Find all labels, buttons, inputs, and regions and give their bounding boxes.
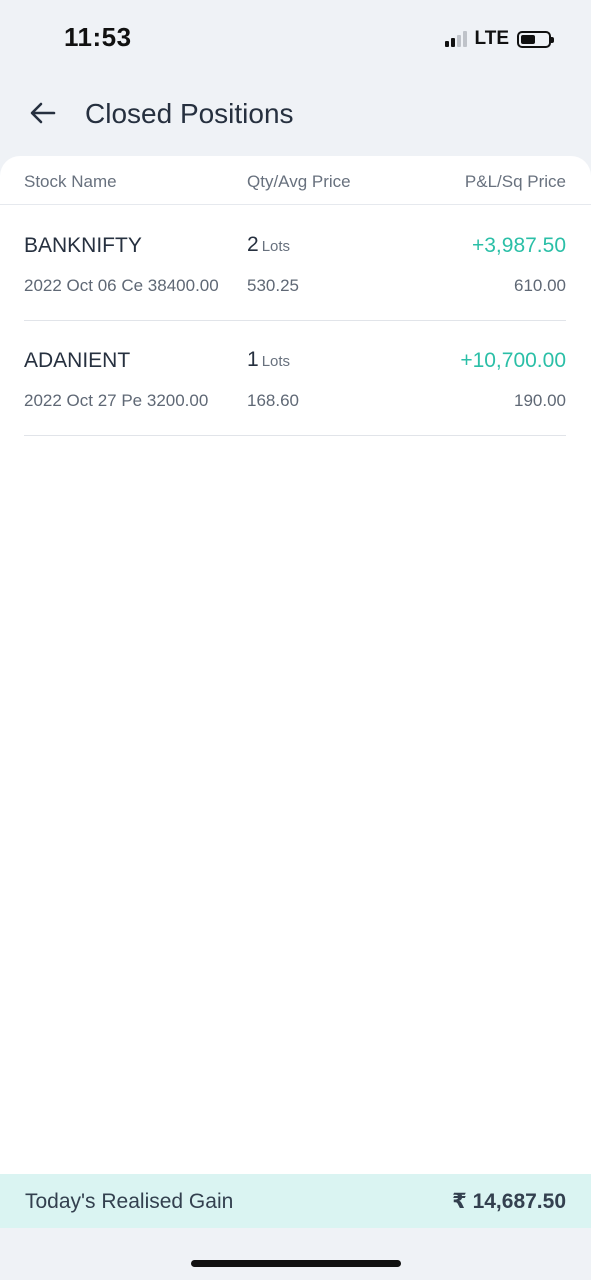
page-title: Closed Positions (85, 98, 294, 129)
signal-strength-icon (444, 31, 467, 47)
realised-gain-label: Today's Realised Gain (25, 1190, 234, 1213)
battery-icon (517, 30, 554, 48)
lots-label: Lots (261, 353, 291, 370)
avg-price: 530.25 (247, 276, 299, 295)
qty-value: 1 (247, 348, 259, 371)
status-icons: LTE (444, 28, 554, 50)
column-pnl-sq-price: P&L/Sq Price (464, 172, 566, 191)
home-indicator[interactable] (191, 1260, 401, 1267)
position-row[interactable]: ADANIENT 2022 Oct 27 Pe 3200.00 1 Lots 16… (24, 320, 566, 436)
sq-price: 190.00 (514, 391, 566, 410)
lot-quantity: 2 Lots (247, 233, 290, 257)
table-header: Stock Name Qty/Avg Price P&L/Sq Price (0, 156, 591, 205)
network-type: LTE (474, 28, 509, 49)
arrow-left-icon (30, 102, 56, 124)
back-button[interactable] (28, 98, 58, 128)
status-time: 11:53 (64, 22, 132, 52)
stock-name: ADANIENT (24, 349, 131, 372)
column-stock-name: Stock Name (24, 172, 117, 191)
position-row[interactable]: BANKNIFTY 2022 Oct 06 Ce 38400.00 2 Lots … (24, 205, 566, 321)
contract-details: 2022 Oct 27 Pe 3200.00 (24, 391, 209, 410)
lots-label: Lots (261, 238, 291, 255)
stock-name: BANKNIFTY (24, 234, 142, 257)
sq-price: 610.00 (514, 276, 566, 295)
battery-level (521, 34, 536, 44)
pnl-value: +10,700.00 (460, 349, 566, 372)
pnl-value: +3,987.50 (471, 234, 566, 257)
page-header: Closed Positions (0, 80, 591, 156)
contract-details: 2022 Oct 06 Ce 38400.00 (24, 276, 219, 295)
lot-quantity: 1 Lots (247, 348, 290, 372)
positions-card: Stock Name Qty/Avg Price P&L/Sq Price BA… (0, 156, 591, 1174)
column-qty-avg-price: Qty/Avg Price (247, 172, 351, 191)
qty-value: 2 (247, 233, 259, 256)
realised-gain-bar: Today's Realised Gain ₹ 14,687.50 (0, 1174, 591, 1228)
realised-gain-value: ₹ 14,687.50 (452, 1190, 566, 1213)
avg-price: 168.60 (247, 391, 299, 410)
status-bar: 11:53 LTE (0, 0, 591, 80)
